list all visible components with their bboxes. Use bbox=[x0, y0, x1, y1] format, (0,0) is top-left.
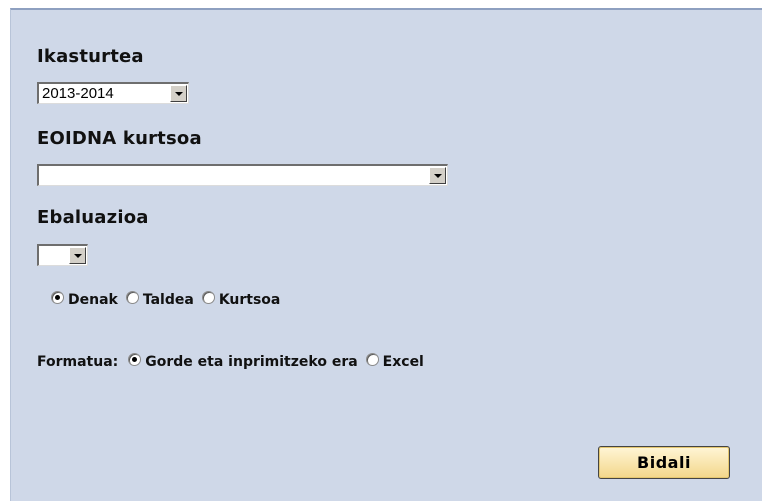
radio-unchecked-icon[interactable] bbox=[201, 290, 215, 304]
format-option-label: Gorde eta inprimitzeko era bbox=[145, 354, 358, 370]
format-radio-group: Formatua: Gorde eta inprimitzeko era Exc… bbox=[37, 352, 432, 370]
format-option-excel[interactable]: Excel bbox=[365, 352, 424, 370]
scope-option-denak[interactable]: Denak bbox=[51, 290, 118, 308]
submit-button[interactable]: Bidali bbox=[598, 446, 730, 479]
radio-checked-icon[interactable] bbox=[128, 352, 142, 366]
chevron-down-icon[interactable] bbox=[170, 85, 187, 102]
format-label: Formatua: bbox=[37, 354, 119, 370]
scope-option-label: Denak bbox=[68, 292, 118, 308]
year-label: Ikasturtea bbox=[37, 46, 144, 67]
format-option-label: Excel bbox=[382, 354, 424, 370]
eval-select[interactable] bbox=[37, 244, 88, 266]
chevron-down-icon[interactable] bbox=[429, 167, 446, 184]
scope-radio-group: Denak Taldea Kurtsoa bbox=[51, 290, 288, 308]
course-label: EOIDNA kurtsoa bbox=[37, 128, 202, 149]
scope-option-label: Kurtsoa bbox=[218, 292, 281, 308]
scope-option-kurtsoa[interactable]: Kurtsoa bbox=[201, 290, 281, 308]
radio-unchecked-icon[interactable] bbox=[365, 352, 379, 366]
year-select-value: 2013-2014 bbox=[42, 85, 114, 102]
eval-label: Ebaluazioa bbox=[37, 207, 149, 228]
form-panel: Ikasturtea 2013-2014 EOIDNA kurtsoa Ebal… bbox=[10, 8, 762, 501]
radio-unchecked-icon[interactable] bbox=[125, 290, 139, 304]
scope-option-taldea[interactable]: Taldea bbox=[125, 290, 194, 308]
year-select[interactable]: 2013-2014 bbox=[37, 82, 189, 104]
chevron-down-icon[interactable] bbox=[69, 247, 86, 264]
scope-option-label: Taldea bbox=[142, 292, 194, 308]
radio-checked-icon[interactable] bbox=[51, 290, 64, 304]
format-option-print[interactable]: Gorde eta inprimitzeko era bbox=[128, 352, 358, 370]
course-select[interactable] bbox=[37, 164, 448, 186]
